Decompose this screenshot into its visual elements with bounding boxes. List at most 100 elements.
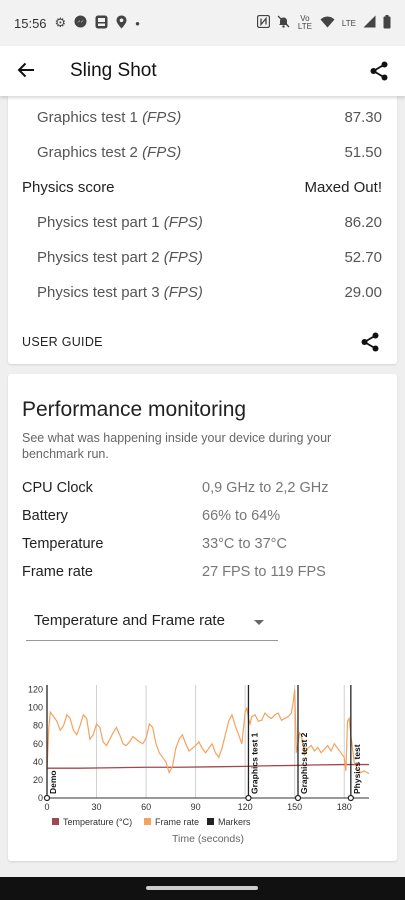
frame-rate-value: 27 FPS to 119 FPS [202, 564, 326, 580]
physics-test-3-value: 29.00 [344, 284, 382, 301]
fps-unit: (FPS) [163, 249, 203, 266]
temperature-series-line [47, 763, 369, 769]
status-right-icons: Vo LTE LTE [256, 14, 391, 32]
chart-marker-dot [43, 794, 51, 802]
chart-type-dropdown[interactable]: Temperature and Frame rate [26, 606, 278, 641]
x-tick-label: 120 [238, 802, 253, 812]
app-icon [95, 15, 108, 32]
gear-icon: ⚙ [54, 15, 67, 30]
performance-card: Performance monitoring See what was happ… [8, 374, 397, 861]
x-axis-title: Time (seconds) [172, 833, 244, 845]
physics-test-1-value: 86.20 [344, 214, 382, 231]
battery-label: Battery [22, 508, 68, 524]
battery-row: Battery 66% to 64% [22, 508, 382, 524]
physics-test-2-label: Physics test part 2 [37, 249, 160, 266]
legend-label: Frame rate [155, 817, 199, 827]
nfc-icon [256, 14, 271, 31]
performance-chart: 0 20 40 60 80 100 120 0 30 60 90 120 150 180 Demo Graph… [28, 685, 370, 845]
messenger-icon [74, 15, 87, 31]
legend-swatch [144, 818, 151, 825]
frame-rate-label: Frame rate [22, 564, 93, 580]
chart-marker-label: Graphics test 1 [249, 732, 259, 794]
chart-marker-dot [294, 794, 302, 802]
cpu-clock-value: 0,9 GHz to 2,2 GHz [202, 480, 329, 496]
signal-icon [363, 15, 376, 31]
y-tick-label: 60 [33, 739, 43, 749]
x-tick-label: 180 [337, 802, 352, 812]
battery-icon [383, 14, 391, 32]
fps-unit: (FPS) [163, 284, 203, 301]
chart-marker-dot [347, 794, 354, 802]
share-icon [370, 61, 388, 81]
performance-description: See what was happening inside your devic… [22, 431, 332, 461]
physics-test-2-value: 52.70 [344, 249, 382, 266]
fps-unit: (FPS) [163, 214, 203, 231]
results-card: Graphics test 1 (FPS) 87.30 Graphics tes… [8, 96, 397, 364]
x-tick-label: 30 [92, 802, 102, 812]
y-tick-label: 40 [33, 757, 43, 767]
legend-label: Temperature (°C) [63, 817, 132, 827]
chart-marker-dot [245, 794, 252, 802]
temperature-label: Temperature [22, 536, 104, 552]
app-bar: Sling Shot [0, 46, 405, 96]
battery-value: 66% to 64% [202, 508, 281, 524]
temperature-value: 33°C to 37°C [202, 536, 287, 552]
legend-swatch [207, 818, 214, 825]
physics-test-1-label: Physics test part 1 [37, 214, 160, 231]
chart-marker-label: Physics test [352, 744, 362, 794]
physics-test-1-row: Physics test part 1 (FPS) 86.20 [8, 214, 397, 231]
cpu-clock-label: CPU Clock [22, 480, 93, 496]
physics-score-label: Physics score [22, 179, 115, 196]
frame-rate-series-line [46, 689, 370, 775]
lte-icon: LTE [341, 18, 356, 28]
share-icon [361, 332, 379, 352]
y-tick-label: 100 [28, 703, 43, 713]
back-button[interactable] [0, 58, 52, 84]
y-tick-label: 120 [28, 685, 43, 695]
y-tick-label: 20 [33, 775, 43, 785]
x-tick-label: 90 [191, 802, 201, 812]
wifi-icon [320, 16, 335, 31]
physics-score-value: Maxed Out! [304, 179, 382, 196]
physics-test-3-row: Physics test part 3 (FPS) 29.00 [8, 284, 397, 301]
chart-marker-label: Demo [48, 770, 58, 794]
x-tick-label: 150 [287, 802, 302, 812]
fps-unit: (FPS) [142, 144, 182, 161]
mute-icon [277, 15, 290, 31]
dot-icon: • [135, 15, 140, 31]
share-button[interactable] [353, 61, 405, 81]
graphics-test-1-value: 87.30 [344, 109, 382, 126]
legend-label: Markers [218, 817, 251, 827]
physics-test-3-label: Physics test part 3 [37, 284, 160, 301]
page-title: Sling Shot [70, 60, 157, 81]
x-tick-label: 60 [141, 802, 151, 812]
legend-swatch [52, 818, 59, 825]
graphics-test-1-row: Graphics test 1 (FPS) 87.30 [8, 109, 397, 126]
status-bar: 15:56 ⚙ • Vo LTE LTE [0, 0, 405, 46]
frame-rate-row: Frame rate 27 FPS to 119 FPS [22, 564, 382, 580]
physics-test-2-row: Physics test part 2 (FPS) 52.70 [8, 249, 397, 266]
home-gesture-pill[interactable] [146, 886, 258, 890]
arrow-left-icon [17, 62, 34, 78]
graphics-test-2-value: 51.50 [344, 144, 382, 161]
cpu-clock-row: CPU Clock 0,9 GHz to 2,2 GHz [22, 480, 382, 496]
user-guide-link[interactable]: USER GUIDE [22, 335, 103, 349]
graphics-test-2-label: Graphics test 2 [37, 144, 138, 161]
dropdown-arrow-icon [254, 620, 264, 625]
location-icon [116, 15, 127, 32]
x-tick-label: 0 [44, 802, 49, 812]
y-tick-label: 0 [38, 793, 43, 803]
temperature-row: Temperature 33°C to 37°C [22, 536, 382, 552]
graphics-test-1-label: Graphics test 1 [37, 109, 138, 126]
performance-title: Performance monitoring [22, 398, 247, 421]
dropdown-selected-label: Temperature and Frame rate [34, 612, 225, 629]
graphics-test-2-row: Graphics test 2 (FPS) 51.50 [8, 144, 397, 161]
fps-unit: (FPS) [142, 109, 182, 126]
y-tick-label: 80 [33, 721, 43, 731]
volte-icon: Vo LTE [297, 14, 312, 31]
status-time: 15:56 [14, 15, 47, 31]
navigation-bar [0, 877, 405, 900]
physics-score-row: Physics score Maxed Out! [8, 179, 397, 196]
user-guide-share-button[interactable] [361, 332, 379, 357]
chart-marker-label: Graphics test 2 [299, 732, 309, 794]
